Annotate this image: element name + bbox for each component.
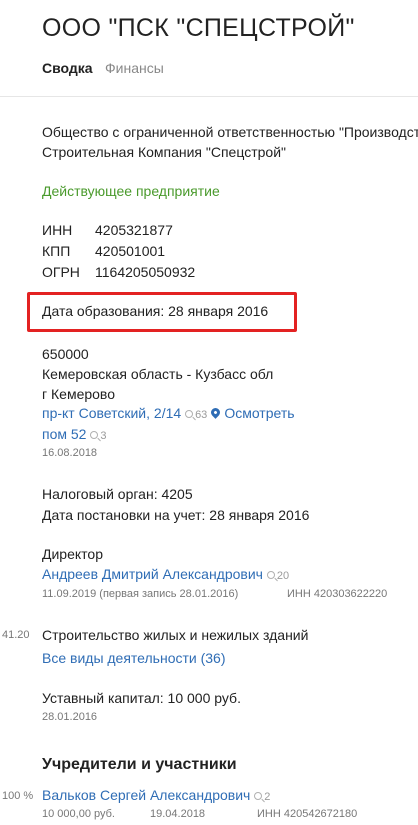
search-icon xyxy=(90,431,99,439)
founder-row: Вальков Сергей Александрович 2 xyxy=(42,787,270,803)
kpp-label: КПП xyxy=(42,243,71,259)
director-name-link[interactable]: Андреев Дмитрий Александрович xyxy=(42,566,263,582)
search-icon xyxy=(185,410,194,418)
founder-inn: ИНН 420542672180 xyxy=(257,808,358,820)
address-street-link[interactable]: пр-кт Советский, 2/14 xyxy=(42,405,181,421)
founder-name-link[interactable]: Вальков Сергей Александрович xyxy=(42,787,250,803)
address-date: 16.08.2018 xyxy=(42,447,98,459)
page-title: ООО "ПСК "СПЕЦСТРОЙ" xyxy=(42,14,355,42)
founder-date: 19.04.2018 xyxy=(150,808,206,820)
tab-finance[interactable]: Финансы xyxy=(105,60,164,76)
director-inn: ИНН 420303622220 xyxy=(287,588,388,600)
address-room-row: пом 52 3 xyxy=(42,426,106,442)
capital-date: 28.01.2016 xyxy=(42,711,98,723)
address-room-search[interactable]: 3 xyxy=(90,430,106,442)
address-room-link[interactable]: пом 52 xyxy=(42,426,86,442)
status-badge: Действующее предприятие xyxy=(42,183,220,199)
director-search[interactable]: 20 xyxy=(266,570,290,582)
founders-heading: Учредители и участники xyxy=(42,756,237,773)
tab-summary[interactable]: Сводка xyxy=(42,60,93,76)
ogrn-label: ОГРН xyxy=(42,264,80,280)
view-on-map-link[interactable]: Осмотреть xyxy=(224,405,294,421)
address-region: Кемеровская область - Кузбасс обл xyxy=(42,366,274,382)
address-zip: 650000 xyxy=(42,346,89,362)
founder-share: 100 % xyxy=(2,790,34,802)
all-activities-link[interactable]: Все виды деятельности (36) xyxy=(42,650,226,666)
founded-date: Дата образования: 28 января 2016 xyxy=(42,303,269,319)
kpp-value: 420501001 xyxy=(95,243,166,259)
activity-code: 41.20 xyxy=(2,629,30,641)
ogrn-value: 1164205050932 xyxy=(95,264,196,280)
header-divider xyxy=(0,96,418,97)
address-street-row: пр-кт Советский, 2/14 63 Осмотреть xyxy=(42,405,295,421)
director-count: 20 xyxy=(276,570,290,582)
search-icon xyxy=(266,571,275,579)
search-icon xyxy=(254,792,263,800)
tax-registered: Дата постановки на учет: 28 января 2016 xyxy=(42,507,310,523)
director-date-info: 11.09.2019 (первая запись 28.01.2016) xyxy=(42,588,239,600)
inn-value: 4205321877 xyxy=(95,222,173,238)
address-street-search[interactable]: 63 xyxy=(185,409,207,421)
address-city: г Кемерово xyxy=(42,386,115,402)
tax-authority: Налоговый орган: 4205 xyxy=(42,486,193,502)
company-full-name-line2: Строительная Компания "Спецстрой" xyxy=(42,144,286,160)
capital-text: Уставный капитал: 10 000 руб. xyxy=(42,690,241,706)
activity-name: Строительство жилых и нежилых зданий xyxy=(42,627,309,643)
inn-label: ИНН xyxy=(42,222,73,238)
director-row: Андреев Дмитрий Александрович 20 xyxy=(42,566,289,582)
address-street-count: 63 xyxy=(195,409,208,421)
director-role: Директор xyxy=(42,546,103,562)
company-full-name-line1: Общество с ограниченной ответственностью… xyxy=(42,124,418,140)
founder-search[interactable]: 2 xyxy=(254,791,270,803)
founder-amount: 10 000,00 руб. xyxy=(42,808,115,820)
map-pin-icon xyxy=(209,406,223,419)
